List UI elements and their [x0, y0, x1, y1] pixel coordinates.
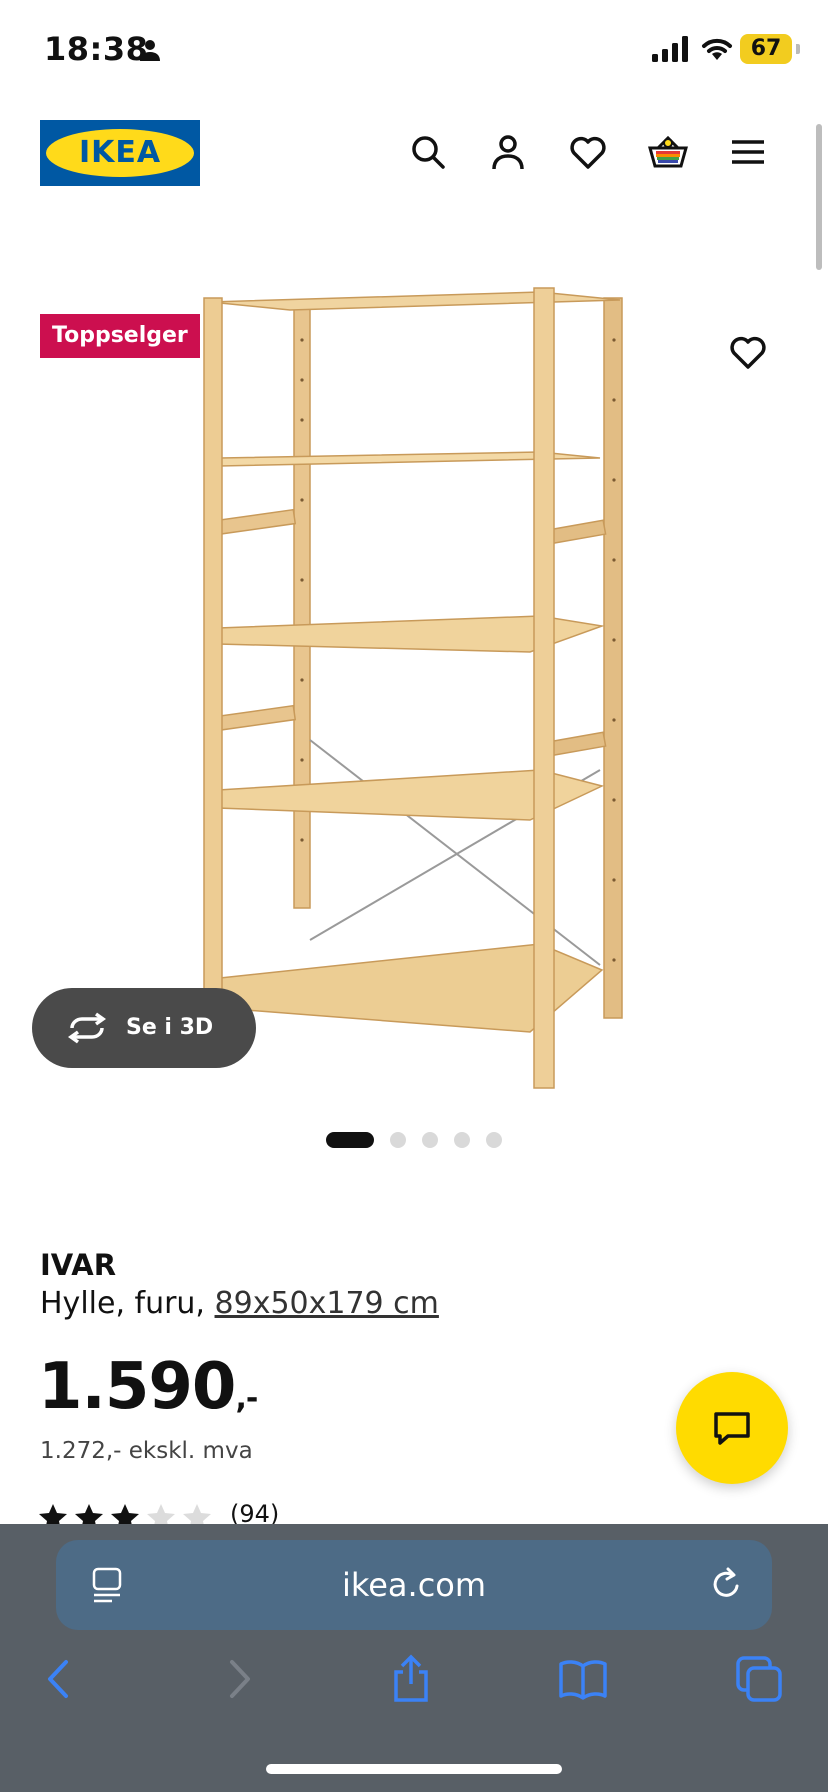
status-time: 18:38	[44, 30, 149, 68]
url-text: ikea.com	[341, 1566, 487, 1604]
reload-icon[interactable]	[706, 1564, 746, 1604]
view-in-3d-button[interactable]: Se i 3D	[32, 988, 256, 1068]
product-price: 1.590,-	[38, 1350, 258, 1424]
back-icon[interactable]	[34, 1654, 84, 1704]
carousel-dot[interactable]	[390, 1132, 406, 1148]
price-value: 1.590	[38, 1350, 236, 1424]
person-icon	[140, 40, 160, 61]
product-name: IVAR	[40, 1248, 117, 1282]
battery-indicator: 67	[740, 34, 800, 64]
chat-button[interactable]	[676, 1372, 788, 1484]
price-suffix: ,-	[235, 1381, 258, 1416]
product-description: Hylle, furu, 89x50x179 cm	[40, 1286, 439, 1321]
add-to-favorites-icon[interactable]	[726, 330, 770, 374]
basket-icon[interactable]	[646, 130, 690, 174]
carousel-dot[interactable]	[486, 1132, 502, 1148]
home-indicator	[266, 1764, 562, 1774]
carousel-dot[interactable]	[326, 1132, 374, 1148]
bookmarks-icon[interactable]	[558, 1654, 608, 1704]
carousel-dot[interactable]	[422, 1132, 438, 1148]
cellular-signal-icon	[652, 36, 688, 62]
menu-icon[interactable]	[726, 130, 770, 174]
rotate-3d-icon	[67, 1012, 107, 1044]
top-seller-badge: Toppselger	[40, 314, 200, 358]
chat-icon	[714, 1412, 750, 1445]
forward-icon	[230, 1660, 250, 1698]
product-type: Hylle, furu,	[40, 1286, 205, 1321]
product-dimensions-link[interactable]: 89x50x179 cm	[215, 1286, 439, 1321]
price-ex-vat: 1.272,- ekskl. mva	[40, 1438, 253, 1464]
wifi-icon	[702, 38, 732, 60]
ikea-logo[interactable]: IKEA	[40, 120, 200, 186]
page-scrollbar[interactable]	[816, 124, 822, 270]
account-icon[interactable]	[486, 130, 530, 174]
share-icon[interactable]	[386, 1654, 436, 1704]
product-image[interactable]	[190, 280, 640, 1100]
tabs-icon[interactable]	[734, 1654, 784, 1704]
status-bar: 18:38 67	[0, 0, 828, 100]
heart-icon[interactable]	[566, 130, 610, 174]
view-in-3d-label: Se i 3D	[126, 1015, 214, 1040]
logo-text: IKEA	[78, 135, 162, 170]
search-icon[interactable]	[406, 130, 450, 174]
carousel-dot[interactable]	[454, 1132, 470, 1148]
address-bar[interactable]: ikea.com	[56, 1540, 772, 1630]
